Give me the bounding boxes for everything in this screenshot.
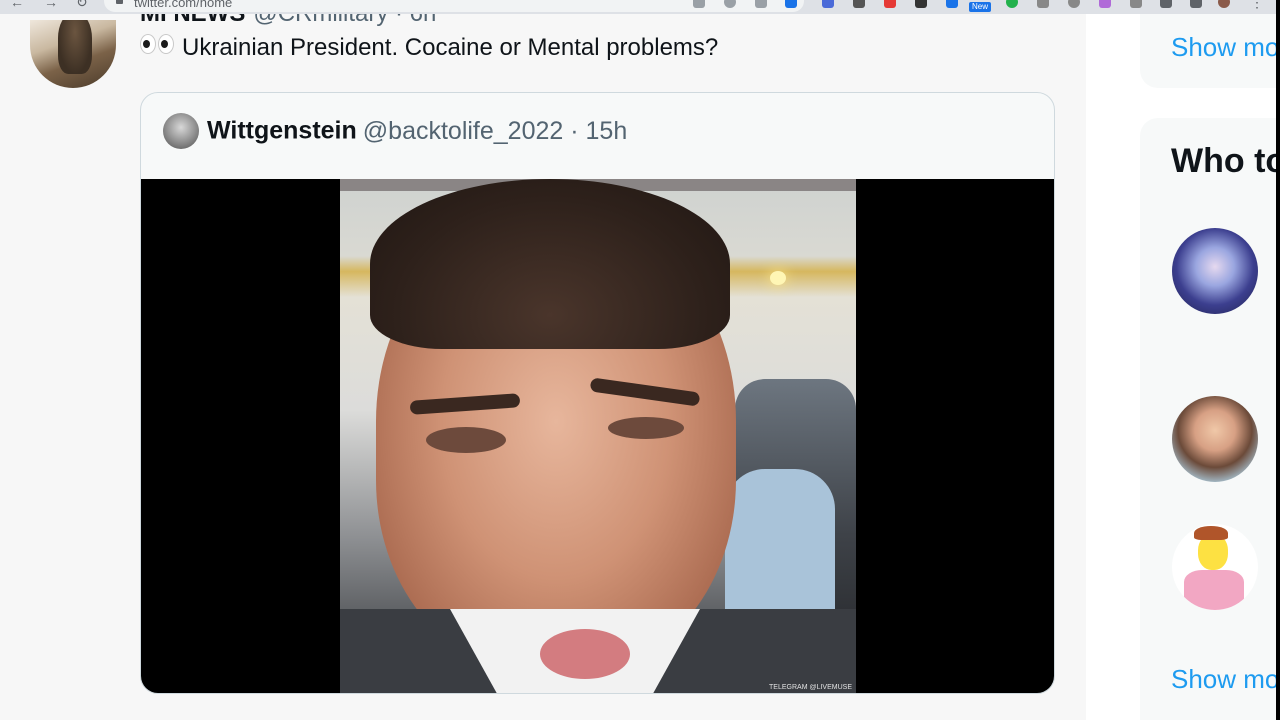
quoted-tweet[interactable]: Wittgenstein @backtolife_2022 · 15h TELEG… xyxy=(140,92,1055,694)
puzzle-icon[interactable] xyxy=(1160,0,1172,8)
video-player[interactable]: TELEGRAM @LIVEMUSE xyxy=(141,179,1054,693)
tweet-body: Ukrainian President. Cocaine or Mental p… xyxy=(182,34,719,61)
share-icon[interactable] xyxy=(693,0,705,8)
quoted-handle-time: @backtolife_2022 · 15h xyxy=(362,116,628,145)
reload-icon[interactable]: ↻ xyxy=(76,0,88,11)
eyes-emoji-icon xyxy=(140,33,174,61)
extension-icon[interactable] xyxy=(853,0,865,8)
extension-icon[interactable] xyxy=(1006,0,1018,8)
screen-edge xyxy=(1276,0,1280,720)
avatar-figure xyxy=(58,20,92,74)
timeline: MI NEWS @CRmilitary · 6h Ukrainian Presid… xyxy=(0,14,1086,720)
right-sidebar: Show mo Who to Show mo xyxy=(1086,14,1280,720)
video-watermark: TELEGRAM @LIVEMUSE xyxy=(769,684,852,691)
who-to-follow-card: Who to Show mo xyxy=(1140,118,1280,720)
install-icon[interactable] xyxy=(755,0,767,8)
extension-icon[interactable] xyxy=(1037,0,1049,8)
show-more-link[interactable]: Show mo xyxy=(1171,32,1279,63)
avatar[interactable] xyxy=(30,20,116,88)
tweet-text: Ukrainian President. Cocaine or Mental p… xyxy=(140,33,719,63)
extension-icon[interactable] xyxy=(915,0,927,8)
sidepanel-icon[interactable] xyxy=(1190,0,1202,8)
quoted-tweet-header: Wittgenstein @backtolife_2022 · 15h xyxy=(163,113,627,153)
profile-avatar[interactable] xyxy=(1218,0,1230,8)
extension-icon[interactable] xyxy=(946,0,958,8)
suggestion-avatar[interactable] xyxy=(1172,228,1258,314)
extension-icon[interactable] xyxy=(1130,0,1142,8)
author-name[interactable]: MI NEWS xyxy=(140,14,245,27)
extension-icon[interactable] xyxy=(1099,0,1111,8)
extension-icon[interactable] xyxy=(1068,0,1080,8)
forward-icon[interactable]: → xyxy=(44,0,58,10)
trends-card: Show mo xyxy=(1140,14,1280,88)
tweet-header: MI NEWS @CRmilitary · 6h xyxy=(140,14,436,28)
suggestion-avatar[interactable] xyxy=(1172,396,1258,482)
new-badge: New xyxy=(969,2,992,12)
lock-icon xyxy=(116,0,123,4)
video-frame: TELEGRAM @LIVEMUSE xyxy=(340,179,856,693)
quoted-avatar[interactable] xyxy=(163,113,199,149)
extension-icon[interactable] xyxy=(884,0,896,8)
browser-chrome: ← → ↻ twitter.com/home New ⋮ xyxy=(0,0,1280,14)
back-icon[interactable]: ← xyxy=(10,0,24,10)
who-to-follow-title: Who to xyxy=(1171,142,1280,180)
url-text: twitter.com/home xyxy=(134,0,233,10)
quoted-author-name[interactable]: Wittgenstein xyxy=(207,117,357,145)
bookmark-star-icon[interactable] xyxy=(785,0,797,8)
menu-icon[interactable]: ⋮ xyxy=(1250,0,1264,11)
show-more-link[interactable]: Show mo xyxy=(1171,664,1279,695)
extension-icon[interactable] xyxy=(822,0,834,8)
author-handle[interactable]: @CRmilitary · 6h xyxy=(253,14,436,27)
suggestion-avatar[interactable] xyxy=(1172,524,1258,610)
